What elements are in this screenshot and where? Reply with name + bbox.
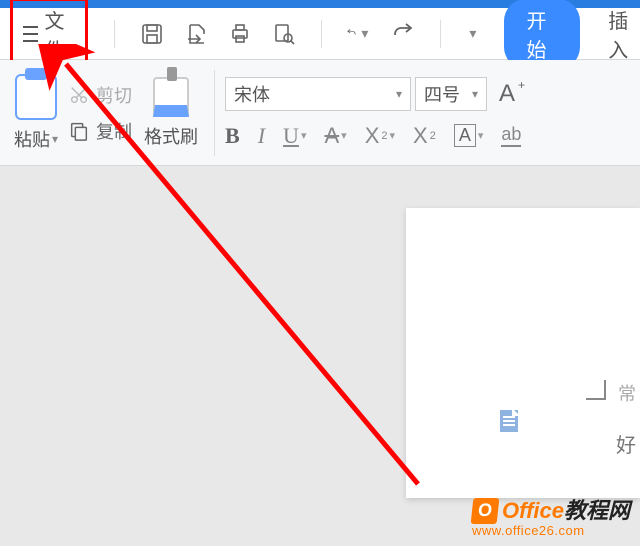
underline-button[interactable]: U▾: [283, 123, 306, 149]
format-painter-button[interactable]: 格式刷: [144, 123, 198, 149]
brush-icon[interactable]: [153, 77, 189, 117]
quick-access-toolbar: ▾ ▾: [108, 20, 480, 48]
subscript-button[interactable]: X2: [413, 123, 436, 149]
watermark: O Office教程网 www.office26.com: [472, 498, 630, 538]
paste-button[interactable]: 粘贴▾: [14, 126, 58, 152]
customize-dropdown[interactable]: ▾: [465, 25, 480, 42]
font-size-combo[interactable]: 四号▾: [415, 77, 487, 111]
clipboard-icon[interactable]: [15, 74, 57, 120]
separator: [440, 20, 441, 48]
menu-bar: 文件 ▾ ▾ 开始 插入: [0, 8, 640, 60]
hamburger-icon: [23, 26, 38, 42]
text-effects-button[interactable]: A▾: [454, 124, 484, 147]
print-icon[interactable]: [227, 21, 253, 47]
phonetic-guide-button[interactable]: ab: [501, 124, 521, 147]
print-preview-icon[interactable]: [271, 21, 297, 47]
superscript-button[interactable]: X2▾: [365, 123, 395, 149]
cut-button[interactable]: 剪切: [68, 82, 132, 108]
document-canvas: 常 好: [0, 166, 640, 546]
page-char-1: 好: [616, 429, 636, 458]
margin-corner-mark: [586, 380, 606, 400]
page-char-2: 常: [618, 380, 636, 406]
clipboard-mini: 剪切 复制: [68, 82, 132, 144]
document-glyph-icon: [500, 410, 518, 432]
save-icon[interactable]: [139, 21, 165, 47]
chevron-down-icon: ▾: [396, 87, 402, 101]
separator: [321, 20, 322, 48]
italic-button[interactable]: I: [258, 123, 265, 149]
separator: [214, 70, 215, 156]
format-painter-group: 格式刷: [138, 60, 204, 165]
document-page[interactable]: 常: [406, 208, 640, 498]
tab-insert[interactable]: 插入: [608, 5, 640, 63]
watermark-badge-icon: O: [471, 498, 500, 524]
file-label: 文件: [44, 5, 75, 63]
paste-group: 粘贴▾: [8, 60, 64, 165]
font-name-combo[interactable]: 宋体▾: [225, 77, 411, 111]
font-group: 宋体▾ 四号▾ A+ B I U▾ A▾ X2▾ X2 A▾ ab: [225, 77, 521, 149]
redo-icon[interactable]: [390, 21, 416, 47]
output-icon[interactable]: [183, 21, 209, 47]
grow-font-button[interactable]: A+: [499, 80, 515, 108]
chevron-down-icon: ▾: [472, 87, 478, 101]
ribbon-toolbar: 粘贴▾ 剪切 复制 格式刷 宋体▾ 四号▾ A+ B I U▾: [0, 60, 640, 166]
watermark-url: www.office26.com: [472, 524, 630, 538]
chevron-down-icon[interactable]: ▾: [357, 25, 372, 42]
undo-icon[interactable]: ▾: [346, 21, 372, 47]
separator: [114, 20, 115, 48]
bold-button[interactable]: B: [225, 123, 240, 149]
tab-start[interactable]: 开始: [504, 0, 580, 69]
copy-button[interactable]: 复制: [68, 118, 132, 144]
strikethrough-button[interactable]: A▾: [324, 123, 346, 149]
